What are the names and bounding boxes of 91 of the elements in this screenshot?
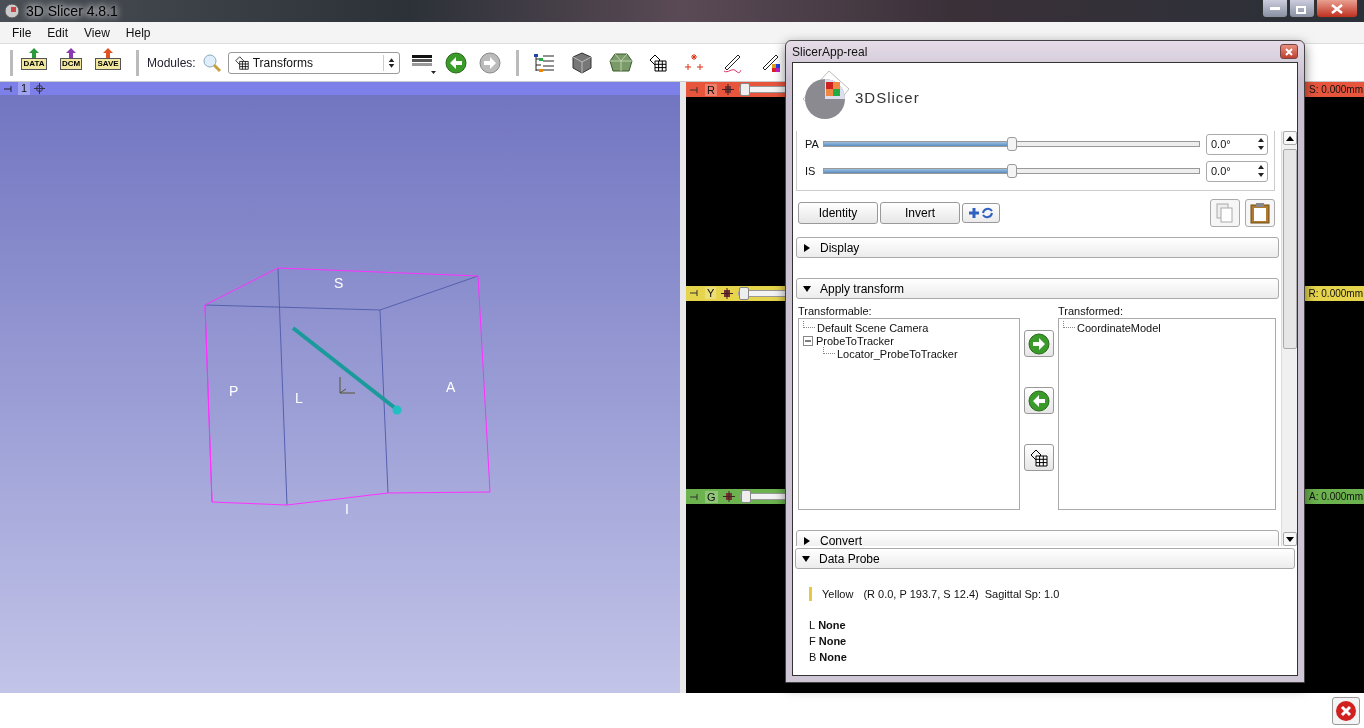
section-header[interactable]: Convert xyxy=(796,530,1279,546)
cube-icon[interactable] xyxy=(570,51,593,74)
slice-view-letter: R xyxy=(705,83,717,96)
axes-icon xyxy=(339,376,356,394)
toolbar-button[interactable]: SAVE xyxy=(93,47,123,78)
move-rotate-button[interactable] xyxy=(962,203,1000,223)
gem-icon[interactable] xyxy=(608,52,633,73)
orientation-label: A xyxy=(446,379,456,395)
sparkle-icon[interactable] xyxy=(682,52,705,73)
orientation-label: P xyxy=(229,383,239,399)
remove-button[interactable] xyxy=(1024,387,1054,414)
scroll-up-icon[interactable] xyxy=(1285,135,1294,141)
crosshair-icon[interactable] xyxy=(34,83,46,94)
tree-item[interactable]: Locator_ProbeToTracker xyxy=(837,347,958,360)
list-label: Transformable: xyxy=(798,305,873,317)
restore-icon xyxy=(1296,3,1308,14)
section-header[interactable]: Data Probe xyxy=(795,548,1295,569)
toolbar-button[interactable]: DATA xyxy=(19,47,49,78)
minimize-icon xyxy=(1270,6,1280,11)
close-icon xyxy=(1331,3,1343,14)
layer-value: None xyxy=(818,619,846,631)
slice-offset: A: 0.000mm xyxy=(1309,491,1364,503)
data-tree-icon[interactable] xyxy=(532,52,555,73)
layer-value: None xyxy=(818,635,847,647)
grid-icon xyxy=(1030,448,1048,467)
dialog-title: SlicerApp-real xyxy=(792,44,868,59)
collapse-icon[interactable] xyxy=(803,335,813,346)
collapsed-arrow-icon xyxy=(803,243,811,252)
layer-letter: L xyxy=(809,619,816,631)
section-header[interactable]: Display xyxy=(796,237,1279,258)
expanded-arrow-icon xyxy=(802,554,810,563)
modules-label: Modules: xyxy=(147,55,196,70)
expanded-arrow-icon xyxy=(803,284,811,293)
grid-icon xyxy=(648,53,667,72)
view-number: 1 xyxy=(18,82,31,95)
angle-spinbox[interactable]: 0.0° xyxy=(1206,133,1268,155)
minimize-button[interactable] xyxy=(1262,0,1288,18)
layer-letter: B xyxy=(809,651,817,663)
scroll-down-icon[interactable] xyxy=(1285,536,1294,542)
app-logo-icon xyxy=(4,3,20,19)
apply-button[interactable] xyxy=(1024,330,1054,357)
probe-view-name: Yellow xyxy=(822,588,854,600)
action-button[interactable]: Identity xyxy=(798,202,878,224)
axis-label: IS xyxy=(805,165,817,177)
section-header[interactable]: Apply transform xyxy=(796,278,1279,299)
tree-item[interactable]: CoordinateModel xyxy=(1077,321,1161,334)
angle-spinbox[interactable]: 0.0° xyxy=(1206,160,1268,182)
layer-letter: F xyxy=(809,635,816,647)
paste-button[interactable] xyxy=(1245,199,1275,227)
menu-item[interactable]: Edit xyxy=(41,25,79,40)
probe-spacing: Sagittal Sp: 1.0 xyxy=(984,588,1060,600)
tree-item[interactable]: Default Scene Camera xyxy=(817,321,929,334)
link-icon[interactable] xyxy=(721,84,734,95)
close-icon xyxy=(1285,47,1293,56)
slice-offset: S: 0.000mm xyxy=(1309,84,1364,95)
close-button[interactable] xyxy=(1316,0,1358,18)
copy-icon xyxy=(1216,203,1234,223)
slice-view-letter: G xyxy=(705,490,718,503)
link-icon[interactable] xyxy=(722,491,735,503)
move-rotate-icon xyxy=(968,207,994,219)
grid-icon xyxy=(234,55,249,70)
module-dropdown[interactable]: Transforms xyxy=(227,51,400,74)
dialog-close-button[interactable] xyxy=(1280,44,1298,59)
menu-item[interactable]: Help xyxy=(119,25,161,40)
orientation-label: S xyxy=(334,275,344,291)
tree-item[interactable]: ProbeToTracker xyxy=(816,334,894,347)
list-label: Transformed: xyxy=(1058,305,1124,317)
probe-position: (R 0.0, P 193.7, S 12.4) xyxy=(863,588,979,600)
harden-button[interactable] xyxy=(1024,444,1054,471)
axis-label: PA xyxy=(805,138,817,150)
slice-offset: R: 0.000mm xyxy=(1308,287,1364,299)
restore-button[interactable] xyxy=(1289,0,1315,18)
error-icon xyxy=(1335,699,1357,722)
forward-button[interactable] xyxy=(478,51,501,74)
menu-item[interactable]: View xyxy=(78,25,120,40)
error-log-button[interactable] xyxy=(1332,696,1360,725)
slice-view-letter: Y xyxy=(705,287,717,300)
window-title: 3D Slicer 4.8.1 xyxy=(26,3,118,19)
scrollbar[interactable] xyxy=(1281,131,1297,546)
menu-item[interactable]: File xyxy=(6,25,42,40)
action-button[interactable]: Invert xyxy=(880,202,960,224)
back-button[interactable] xyxy=(444,51,467,74)
orientation-label: I xyxy=(345,501,349,517)
logo-text: 3DSlicer xyxy=(855,88,920,106)
layer-value: None xyxy=(819,651,847,663)
pin-icon[interactable] xyxy=(690,289,700,298)
toolbar-button[interactable]: DCM xyxy=(56,47,86,78)
clipboard-icon xyxy=(1250,202,1270,224)
link-icon[interactable] xyxy=(721,287,734,299)
orientation-label: L xyxy=(295,390,303,406)
collapsed-arrow-icon xyxy=(803,536,811,545)
